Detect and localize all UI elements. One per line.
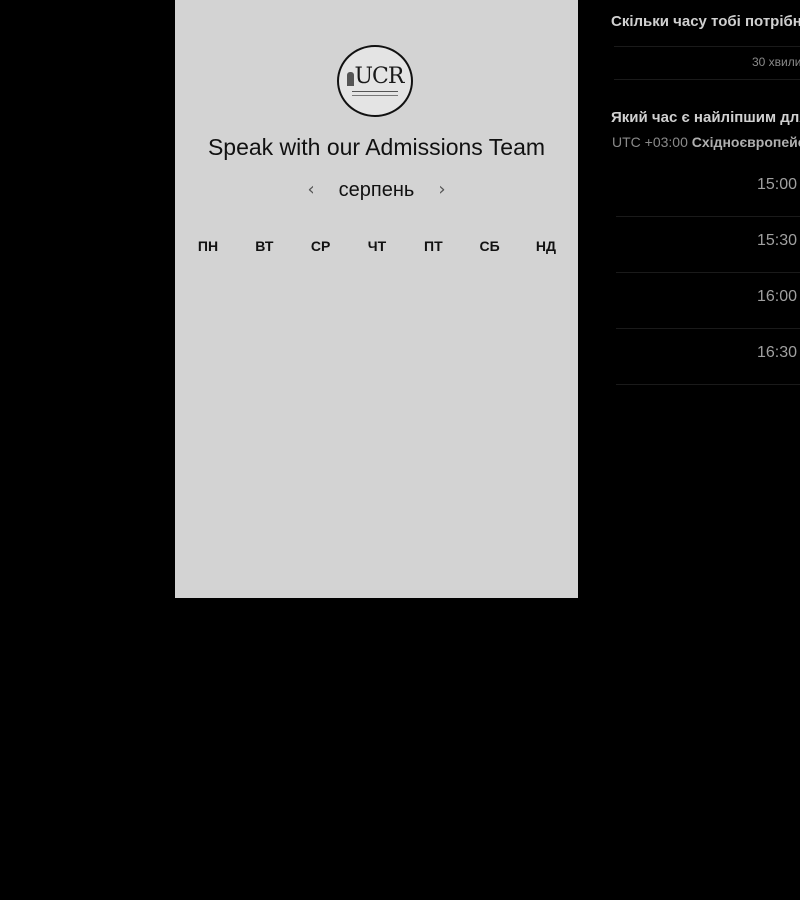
ucr-logo: UCR (337, 45, 413, 117)
duration-question: Скільки часу тобі потрібно? (611, 13, 800, 30)
tower-icon (346, 72, 354, 86)
time-slot-label: 15:30 (757, 232, 798, 249)
timezone-selector[interactable]: UTC +03:00 Східноєвропейський час (612, 134, 800, 150)
time-slot-label: 16:30 (757, 344, 798, 361)
time-slot[interactable]: 15:30 (616, 218, 800, 273)
weekday-mon: ПН (197, 238, 219, 254)
weekday-wed: СР (310, 238, 331, 254)
time-slot[interactable]: 16:30 (616, 330, 800, 385)
weekday-tue: ВТ (255, 238, 274, 254)
chevron-right-icon[interactable]: › (436, 181, 447, 199)
time-slot[interactable]: 15:00 (616, 162, 800, 217)
logo-mark: UCR (346, 64, 405, 89)
weekday-fri: ПТ (424, 238, 443, 254)
weekday-sat: СБ (479, 238, 500, 254)
duration-option[interactable]: 30 хвилин (752, 55, 800, 69)
time-slot-label: 16:00 (757, 288, 798, 305)
month-navigation: ‹ серпень › (175, 180, 578, 200)
time-slot[interactable]: 16:00 (616, 274, 800, 329)
timezone-offset: UTC +03:00 (612, 134, 688, 150)
weekday-header: ПН ВТ СР ЧТ ПТ СБ НД (193, 238, 561, 254)
logo-subtitle-lines (352, 91, 398, 96)
divider (614, 46, 800, 47)
logo-text: UCR (354, 64, 405, 89)
divider (614, 79, 800, 80)
timezone-name: Східноєвропейський час (691, 134, 800, 150)
time-slot-label: 15:00 (757, 176, 798, 193)
booking-options: Скільки часу тобі потрібно? 30 хвилин Як… (600, 0, 800, 900)
time-question: Який час є найліпшим для тебе? (611, 109, 800, 126)
page-title: Speak with our Admissions Team (207, 134, 546, 160)
weekday-sun: НД (535, 238, 557, 254)
calendar-panel: UCR Speak with our Admissions Team ‹ сер… (175, 0, 578, 598)
month-label: серпень (338, 179, 415, 201)
weekday-thu: ЧТ (367, 238, 387, 254)
chevron-left-icon[interactable]: ‹ (305, 181, 316, 199)
